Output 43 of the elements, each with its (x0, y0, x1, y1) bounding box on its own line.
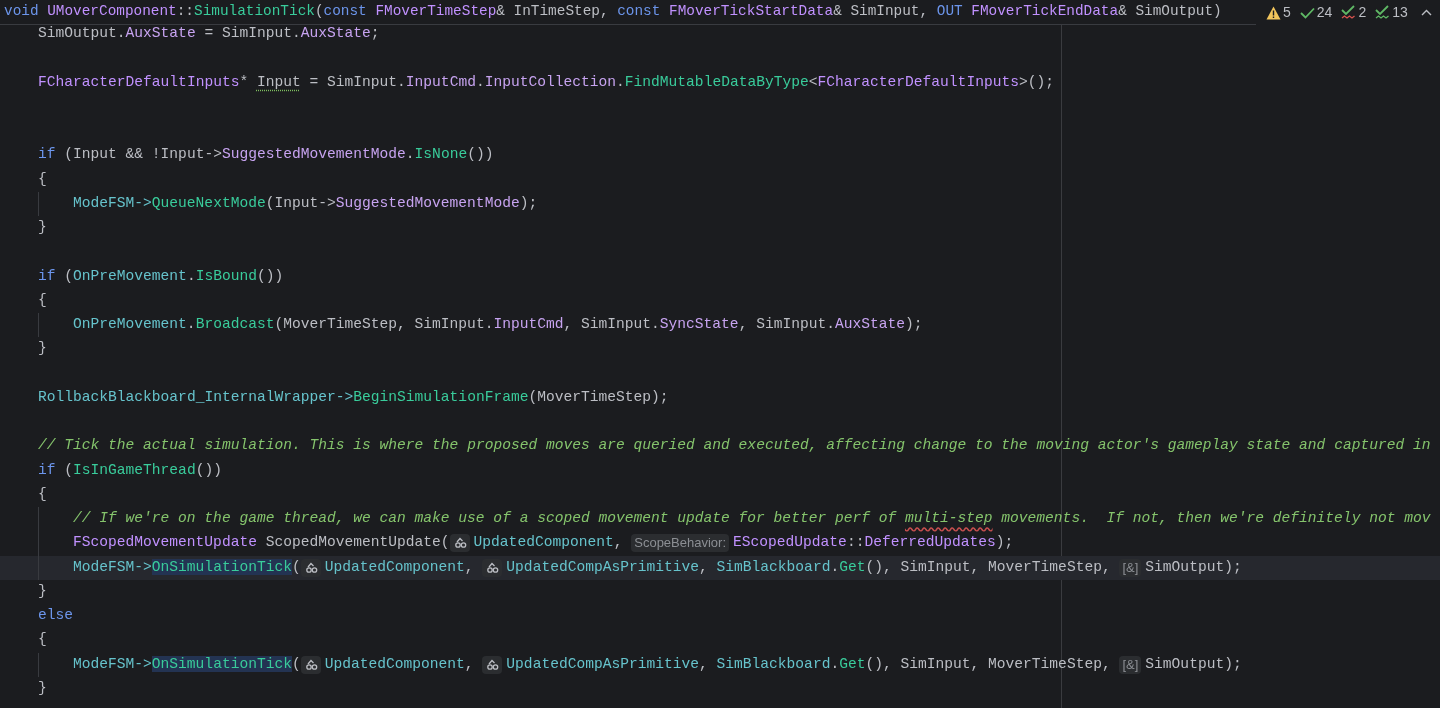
code-text: if (IsInGameThread()) (38, 460, 222, 480)
code-text: { (38, 290, 47, 310)
code-text: FScopedMovementUpdate ScopedMovementUpdate( (73, 533, 450, 553)
spelling-check-icon (1341, 5, 1357, 20)
code-text: else (38, 606, 74, 626)
code-text: // If we're on the game thread, we can make use of a scoped movement update for better perf of multi-step movements. If not, then we're definitely not mov (73, 509, 1431, 529)
code-text: // Tick the actual simulation. This is where the proposed moves are queried and executed, affecting change to the moving actor's gameplay state and captured in (38, 436, 1431, 456)
issue-count[interactable]: 13 (1392, 2, 1408, 23)
code-text: } (38, 339, 47, 359)
warning-icon (1266, 5, 1281, 20)
code-text: if (Input && !Input->SuggestedMovementMode.IsNone()) (38, 145, 494, 165)
code-text: UpdatedCompAsPrimitive, SimBlackboard.Get(), SimInput, MoverTimeStep, (506, 654, 1112, 674)
code-text: { (38, 169, 47, 189)
issue-count[interactable]: 5 (1283, 2, 1291, 23)
code-text: { (38, 484, 47, 504)
code-text: ModeFSM->OnSimulationTick( (73, 654, 301, 674)
code-text: SimOutput.AuxState = SimInput.AuxState; (38, 24, 380, 44)
code-text: ModeFSM->QueueNextMode(Input->SuggestedMovementMode); (73, 193, 538, 213)
code-text: OnPreMovement.Broadcast(MoverTimeStep, SimInput.InputCmd, SimInput.SyncState, SimInput.AuxState); (73, 315, 923, 335)
code-text: UpdatedComponent, (473, 533, 624, 553)
check-icon (1299, 6, 1315, 19)
code-text: } (38, 678, 47, 698)
code-text: } (38, 218, 47, 238)
chevron-up-icon[interactable] (1420, 9, 1432, 16)
code-text: EScopedUpdate::DeferredUpdates); (733, 533, 1014, 553)
code-text: void UMoverComponent::SimulationTick(const FMoverTimeStep& InTimeStep, const FMoverTickStartData& SimInput, OUT FMoverTickEndData& SimOutput) (4, 2, 1222, 22)
code-text: SimOutput); (1145, 557, 1242, 577)
code-text: UpdatedComponent, (324, 654, 475, 674)
issue-count[interactable]: 24 (1316, 2, 1333, 23)
code-text: } (38, 581, 47, 601)
grammar-check-icon (1375, 5, 1391, 20)
issue-count[interactable]: 2 (1358, 2, 1367, 23)
code-text: FCharacterDefaultInputs* Input = SimInput.InputCmd.InputCollection.FindMutableDataByType<FCharacterDefaultInputs>(); (38, 72, 1054, 92)
code-text: SimOutput); (1145, 654, 1242, 674)
code-text: UpdatedComponent, (324, 557, 475, 577)
code-text: UpdatedCompAsPrimitive, SimBlackboard.Get(), SimInput, MoverTimeStep, (506, 557, 1112, 577)
parameter-hint: ScopeBehavior: (631, 534, 729, 553)
code-text: if (OnPreMovement.IsBound()) (38, 266, 284, 286)
code-text: RollbackBlackboard_InternalWrapper->BeginSimulationFrame(MoverTimeStep); (38, 387, 669, 407)
parameter-hint: [&] (1119, 558, 1142, 577)
code-text: { (38, 630, 47, 650)
code-text: ModeFSM->OnSimulationTick( (73, 557, 301, 577)
parameter-hint: [&] (1119, 655, 1142, 674)
